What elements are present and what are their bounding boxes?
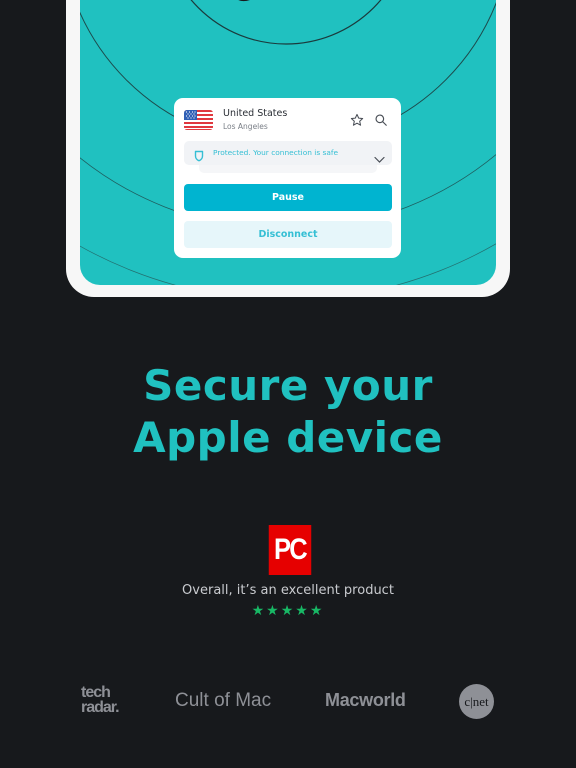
pcmag-logo: PC xyxy=(268,525,312,575)
pause-button[interactable]: Pause xyxy=(184,184,392,211)
shield-icon xyxy=(194,147,204,166)
review-quote: Overall, it’s an excellent product xyxy=(182,583,394,598)
disconnect-button[interactable]: Disconnect xyxy=(184,221,392,248)
cultofmac-logo: Cult of Mac xyxy=(175,690,272,711)
cursor-pointer-shape xyxy=(238,0,250,2)
city-name: Los Angeles xyxy=(223,122,268,131)
macworld-logo: Macworld xyxy=(325,690,406,710)
connection-status-bar[interactable]: Protected. Your connection is safe xyxy=(184,141,392,165)
device-frame: United States Los Angeles Protected. You… xyxy=(66,0,510,297)
device-screen: United States Los Angeles Protected. You… xyxy=(80,0,496,285)
us-flag-icon xyxy=(184,110,213,130)
star-icon[interactable] xyxy=(350,112,364,126)
techradar-logo: tech radar. xyxy=(81,684,120,716)
status-text: Protected. Your connection is safe xyxy=(213,148,339,157)
connection-card: United States Los Angeles Protected. You… xyxy=(174,98,401,258)
country-name: United States xyxy=(223,108,288,119)
headline-line-1: Secure your xyxy=(143,361,433,410)
search-icon[interactable] xyxy=(374,112,388,126)
headline-line-2: Apple device xyxy=(133,413,443,462)
page-headline: Secure your Apple device xyxy=(0,360,576,464)
status-underlay xyxy=(199,165,377,173)
techradar-logo-line-2: radar. xyxy=(81,699,120,716)
rating-stars: ★★★★★ xyxy=(251,603,325,619)
techradar-logo-line-1: tech xyxy=(81,684,111,701)
cnet-logo: c|net xyxy=(459,684,494,719)
